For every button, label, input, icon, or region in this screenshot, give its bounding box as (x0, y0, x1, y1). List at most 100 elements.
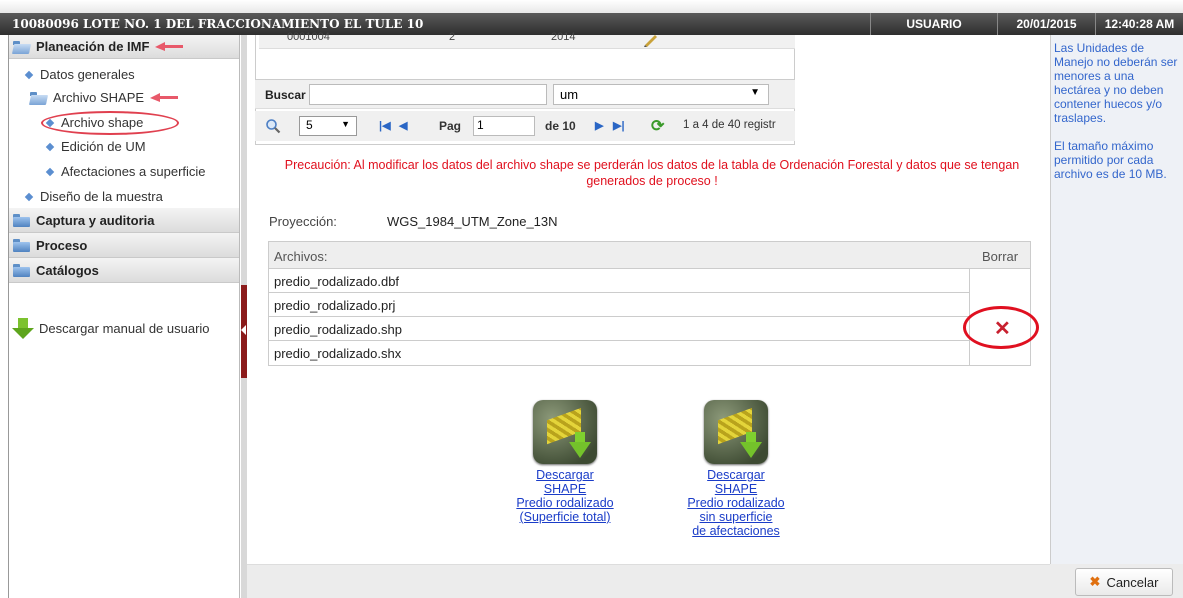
annotation-circle (41, 111, 179, 135)
menu-diseno-muestra[interactable]: Diseño de la muestra (24, 189, 163, 204)
bullet-icon (45, 142, 55, 152)
shape-download-icon (704, 400, 768, 464)
info-units-rule: Las Unidades de Manejo no deberán ser me… (1054, 41, 1178, 125)
file-name: predio_rodalizado.prj (274, 298, 396, 313)
records-count: 1 a 4 de 40 registr (683, 119, 776, 131)
menu-edicion-um[interactable]: Edición de UM (45, 139, 146, 154)
bullet-icon (24, 192, 34, 202)
menu-label: Afectaciones a superficie (61, 164, 206, 179)
first-page-icon[interactable]: |◀ (379, 119, 391, 132)
top-edge (0, 0, 1183, 13)
download-link-line[interactable]: sin superficie (700, 510, 773, 524)
menu-label: Diseño de la muestra (40, 189, 163, 204)
table-row[interactable]: 0001004 2 2014 (259, 31, 795, 49)
delete-files-icon[interactable]: ✕ (994, 316, 1011, 341)
app-window: 10080096 LOTE NO. 1 DEL FRACCIONAMIENTO … (0, 0, 1183, 598)
search-label: Buscar (265, 88, 306, 102)
download-arrow-icon (11, 316, 35, 340)
menu-label: Archivo SHAPE (53, 90, 145, 105)
page-size-value: 5 (306, 118, 313, 132)
footer-bar (247, 564, 1183, 598)
cancel-label: Cancelar (1106, 574, 1159, 590)
folder-icon (12, 263, 32, 277)
chevron-down-icon: ▼ (750, 87, 760, 98)
download-link-line[interactable]: Descargar (536, 468, 594, 482)
chevron-down-icon: ▼ (341, 119, 350, 129)
search-field-value: um (560, 87, 579, 102)
section-catalogos[interactable]: Catálogos (9, 258, 239, 283)
projection-value: WGS_1984_UTM_Zone_13N (387, 214, 558, 229)
edit-pencil-icon[interactable] (642, 33, 660, 47)
cell-number: 2 (449, 31, 456, 43)
planeacion-items: Datos generales Archivo SHAPE Archivo sh… (9, 59, 239, 208)
download-link-line[interactable]: SHAPE (544, 482, 586, 496)
project-title: 10080096 LOTE NO. 1 DEL FRACCIONAMIENTO … (12, 17, 424, 31)
file-name: predio_rodalizado.shx (274, 346, 402, 361)
section-proceso[interactable]: Proceso (9, 233, 239, 258)
download-link-line[interactable]: de afectaciones (692, 524, 780, 538)
download-link-line[interactable]: Predio rodalizado (516, 496, 613, 510)
bullet-icon (24, 70, 34, 80)
search-icon[interactable] (265, 118, 281, 134)
time-label: 12:40:28 AM (1095, 13, 1183, 35)
cell-year: 2014 (551, 31, 576, 43)
section-label: Captura y auditoria (36, 212, 155, 228)
table-row: predio_rodalizado.prj (269, 293, 969, 317)
delete-column-header: Borrar (982, 249, 1019, 264)
menu-afectaciones[interactable]: Afectaciones a superficie (45, 164, 206, 179)
files-table: Archivos: Borrar predio_rodalizado.dbf p… (268, 241, 1031, 366)
search-input[interactable] (309, 84, 547, 105)
refresh-icon[interactable]: ⟳ (651, 116, 664, 136)
page-number-input[interactable]: 1 (473, 116, 535, 136)
last-page-icon[interactable]: ▶| (613, 119, 625, 132)
annotation-arrow-icon (150, 92, 179, 103)
table-row: predio_rodalizado.shp (269, 317, 969, 341)
search-field-select[interactable]: um ▼ (553, 84, 769, 105)
shape-download-icon (533, 400, 597, 464)
pager: 5 ▼ |◀ ◀ Pag 1 de 10 ▶ ▶| ⟳ 1 a 4 de 40 … (255, 111, 795, 141)
bullet-icon (45, 167, 55, 177)
page-total-label: de 10 (545, 119, 576, 133)
section-label: Proceso (36, 237, 88, 253)
folder-icon (12, 213, 32, 227)
user-label: USUARIO (870, 13, 997, 35)
title-bar: 10080096 LOTE NO. 1 DEL FRACCIONAMIENTO … (0, 13, 1183, 35)
main-content: 0001004 2 2014 Buscar um ▼ 5 ▼ |◀ ◀ Pag … (247, 31, 1183, 598)
download-link-line[interactable]: Predio rodalizado (687, 496, 784, 510)
projection-label: Proyección: (269, 214, 337, 229)
menu-label: Datos generales (40, 67, 135, 82)
prev-page-icon[interactable]: ◀ (399, 119, 407, 132)
page-size-select[interactable]: 5 ▼ (299, 116, 357, 136)
table-row: predio_rodalizado.dbf (269, 269, 969, 293)
section-captura[interactable]: Captura y auditoria (9, 208, 239, 233)
info-size-limit: El tamaño máximo permitido por cada arch… (1054, 139, 1167, 181)
section-planeacion[interactable]: Planeación de IMF (9, 35, 239, 59)
files-column-header: Archivos: (274, 249, 328, 264)
search-bar: Buscar um ▼ (255, 79, 795, 109)
cancel-button[interactable]: ✖ Cancelar (1075, 568, 1173, 596)
next-page-icon[interactable]: ▶ (595, 119, 603, 132)
annotation-arrow-icon (155, 41, 184, 52)
info-panel: Las Unidades de Manejo no deberán ser me… (1050, 35, 1183, 564)
section-label: Planeación de IMF (36, 39, 150, 54)
menu-label: Edición de UM (61, 139, 146, 154)
folder-icon (12, 238, 32, 252)
download-shape-total[interactable]: Descargar SHAPE Predio rodalizado (Super… (500, 400, 630, 524)
folder-open-icon (29, 91, 49, 105)
page-label: Pag (439, 119, 462, 133)
download-link-line[interactable]: (Superficie total) (519, 510, 610, 524)
download-manual-link[interactable]: Descargar manual de usuario (11, 316, 210, 340)
close-icon: ✖ (1089, 574, 1101, 589)
download-manual-label: Descargar manual de usuario (39, 320, 210, 336)
section-label: Catálogos (36, 262, 99, 278)
files-header: Archivos: Borrar (269, 242, 1030, 269)
cell-code: 0001004 (287, 31, 330, 43)
date-label: 20/01/2015 (997, 13, 1095, 35)
menu-datos-generales[interactable]: Datos generales (24, 67, 135, 82)
download-link-line[interactable]: Descargar (707, 468, 765, 482)
file-name: predio_rodalizado.dbf (274, 274, 400, 289)
file-name: predio_rodalizado.shp (274, 322, 402, 337)
download-shape-sin-afectaciones[interactable]: Descargar SHAPE Predio rodalizado sin su… (671, 400, 801, 538)
download-link-line[interactable]: SHAPE (715, 482, 757, 496)
menu-archivo-shape-group[interactable]: Archivo SHAPE (29, 90, 179, 105)
